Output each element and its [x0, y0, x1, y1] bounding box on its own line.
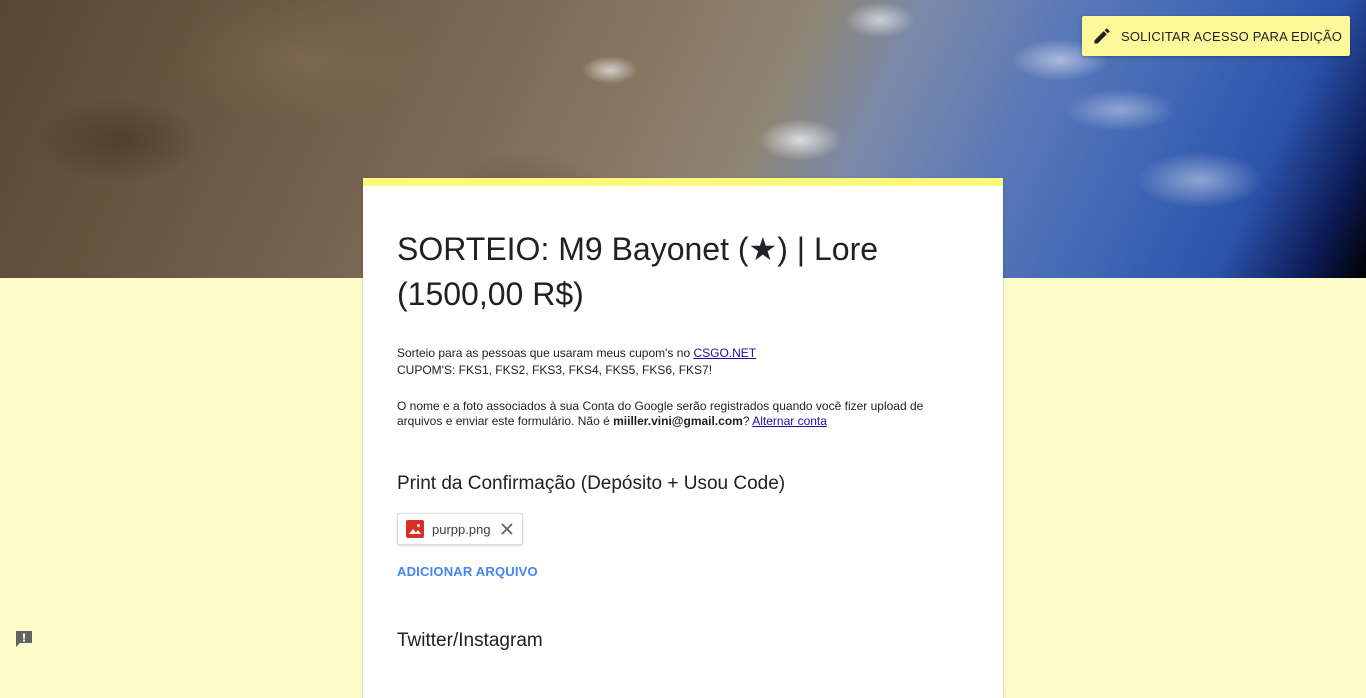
pencil-icon	[1092, 26, 1121, 46]
account-email: miiller.vini@gmail.com	[613, 414, 743, 428]
csgo-net-link[interactable]: CSGO.NET	[693, 346, 756, 360]
switch-account-link[interactable]: Alternar conta	[752, 414, 827, 428]
account-notice: O nome e a foto associados à sua Conta d…	[397, 399, 969, 429]
notice-question: ?	[742, 414, 753, 428]
request-edit-access-button[interactable]: SOLICITAR ACESSO PARA EDIÇÃO	[1082, 16, 1350, 56]
coupons-text: CUPOM'S: FKS1, FKS2, FKS3, FKS4, FKS5, F…	[397, 363, 713, 377]
add-file-button[interactable]: ADICIONAR ARQUIVO	[397, 564, 969, 579]
form-card: SORTEIO: M9 Bayonet (★) | Lore (1500,00 …	[363, 178, 1003, 698]
question-title: Twitter/Instagram	[397, 630, 543, 651]
request-edit-access-label: SOLICITAR ACESSO PARA EDIÇÃO	[1121, 28, 1343, 44]
form-description: Sorteio para as pessoas que usaram meus …	[397, 345, 969, 379]
file-name: purpp.png	[432, 521, 491, 537]
image-file-icon	[406, 520, 424, 538]
uploaded-file-chip[interactable]: purpp.png	[397, 513, 523, 545]
report-problem-icon[interactable]	[13, 628, 35, 650]
description-text: Sorteio para as pessoas que usaram meus …	[397, 346, 694, 360]
question-title: Print da Confirmação (Depósito + Usou Co…	[397, 473, 786, 494]
form-title: SORTEIO: M9 Bayonet (★) | Lore (1500,00 …	[397, 231, 879, 312]
close-icon[interactable]	[499, 521, 515, 537]
